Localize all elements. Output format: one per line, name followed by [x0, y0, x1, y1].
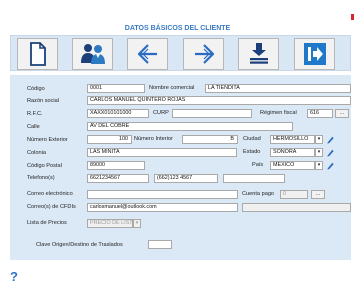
document-icon [29, 42, 46, 66]
pais-dropdown[interactable]: ▾ [315, 161, 323, 170]
colonia-field[interactable]: LAS MINITA [87, 148, 237, 157]
rfc-label: R.F.C. [27, 111, 43, 117]
estado-dropdown[interactable]: ▾ [315, 148, 323, 157]
num-int-label: Número Interior [134, 136, 173, 142]
nombre-comercial-field[interactable]: LA TIENDITA [205, 84, 351, 93]
colonia-label: Colonia [27, 150, 46, 156]
num-ext-field[interactable]: 100 [87, 135, 132, 144]
pencil-icon[interactable] [326, 135, 335, 144]
pais-label: País [252, 162, 264, 168]
cuenta-pago-field[interactable]: 0 [280, 190, 308, 199]
clave-field[interactable] [148, 240, 172, 249]
telefonos-label: Telefono(s) [27, 175, 55, 181]
regimen-lookup-button[interactable]: ... [335, 109, 349, 118]
pais-field[interactable]: MÉXICO [270, 161, 315, 170]
exit-button[interactable] [294, 38, 335, 70]
telefono-2-field[interactable]: (662)123 4567 [154, 174, 218, 183]
download-stack-icon [249, 43, 268, 64]
correo-label: Correo electrónico [27, 191, 73, 197]
window-accent-mark [351, 14, 354, 20]
curp-field[interactable] [172, 109, 252, 118]
correo-field[interactable] [87, 190, 238, 199]
arrow-right-icon [194, 44, 214, 64]
nombre-comercial-label: Nombre comercial [149, 85, 195, 91]
regimen-field[interactable]: 616 [307, 109, 333, 118]
estado-field[interactable]: SONORA [270, 148, 315, 157]
codigo-field[interactable]: 0001 [87, 84, 145, 93]
rfc-field[interactable]: XAXX010101000 [87, 109, 149, 118]
lista-precios-label: Lista de Precios [27, 220, 67, 226]
telefono-1-field[interactable]: 6621234567 [87, 174, 149, 183]
cp-field[interactable]: 89000 [87, 161, 145, 170]
pencil-icon[interactable] [326, 148, 335, 157]
cuenta-pago-lookup-button[interactable]: ... [311, 190, 325, 199]
lista-precios-field[interactable]: PRECIO DE LISTA [87, 219, 133, 228]
razon-social-field[interactable]: CARLOS MANUEL QUINTERO ROJAS [87, 96, 351, 105]
curp-label: CURP [153, 110, 169, 116]
razon-social-label: Razón social [27, 98, 60, 104]
ciudad-label: Ciudad [243, 136, 261, 142]
client-form: Código 0001 Nombre comercial LA TIENDITA… [10, 75, 351, 260]
calle-field[interactable]: AV DEL COBRE [87, 122, 293, 131]
clave-label: Clave Origen/Destino de Traslados [36, 242, 123, 248]
estado-label: Estado [243, 149, 261, 155]
num-int-field[interactable]: B [182, 135, 238, 144]
help-button[interactable]: ? [10, 269, 18, 283]
users-button[interactable] [72, 38, 113, 70]
cp-label: Código Postal [27, 163, 62, 169]
top-strip [0, 0, 355, 18]
calle-label: Calle [27, 124, 40, 130]
cuenta-pago-label: Cuenta pago [242, 191, 275, 197]
telefono-3-field[interactable] [223, 174, 285, 183]
ciudad-field[interactable]: HERMOSILLO [270, 135, 315, 144]
num-ext-label: Número Exterior [27, 137, 68, 143]
lista-precios-dropdown[interactable]: ▾ [133, 219, 141, 228]
regimen-label: Régimen fiscal [260, 110, 297, 116]
forward-button[interactable] [183, 38, 224, 70]
page-title: DATOS BÁSICOS DEL CLIENTE [124, 25, 231, 32]
correo-cfdi-label: Correo(s) de CFDIs [27, 204, 76, 210]
toolbar [10, 35, 351, 71]
users-icon [80, 44, 105, 64]
pencil-icon[interactable] [326, 161, 335, 170]
back-button[interactable] [127, 38, 168, 70]
new-document-button[interactable] [17, 38, 58, 70]
correo-cfdi-field[interactable]: carlosmanuel@outlook.com [87, 203, 238, 212]
codigo-label: Código [27, 86, 45, 92]
ciudad-dropdown[interactable]: ▾ [315, 135, 323, 144]
cuenta-pago-detail-field [242, 203, 351, 212]
exit-arrow-icon [303, 43, 326, 65]
save-button[interactable] [238, 38, 279, 70]
arrow-left-icon [137, 44, 157, 64]
